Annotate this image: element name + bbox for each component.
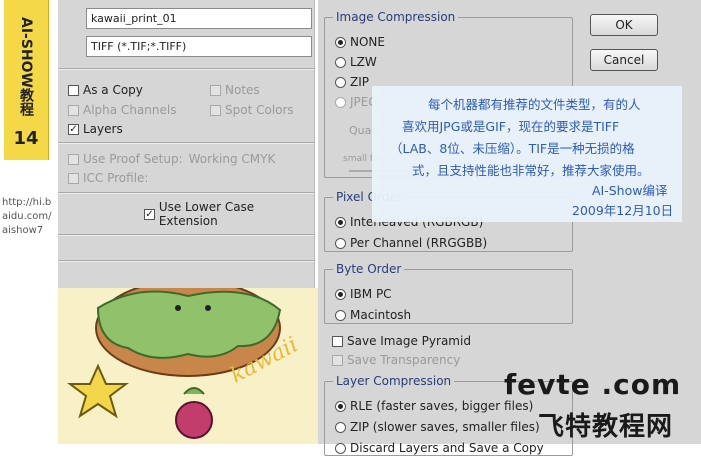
radio-label: Discard Layers and Save a Copy bbox=[350, 441, 544, 455]
radio-dot[interactable] bbox=[335, 237, 346, 249]
proof-setup-label: Use Proof Setup: bbox=[83, 152, 183, 166]
watermark-site: fevte .com bbox=[504, 368, 682, 401]
radio-label: ZIP (slower saves, smaller files) bbox=[350, 420, 540, 434]
eye-icon bbox=[175, 305, 181, 311]
icc-profile-checkbox[interactable]: ICC Profile: bbox=[68, 168, 148, 188]
eye-icon bbox=[205, 305, 211, 311]
save-pyramid-label: Save Image Pyramid bbox=[347, 334, 471, 348]
save-transparency-checkbox[interactable]: Save Transparency bbox=[332, 350, 460, 370]
checkbox-box[interactable] bbox=[68, 84, 79, 96]
strip-title: AI-SHOW教程 bbox=[18, 16, 34, 116]
checkbox-box[interactable] bbox=[210, 84, 221, 96]
save-options-panel: kawaii_print_01 TIFF (*.TIF;*.TIFF) As a… bbox=[58, 0, 315, 288]
radio-label: Macintosh bbox=[350, 308, 412, 322]
divider bbox=[58, 260, 314, 262]
note-line: 每个机器都有推荐的文件类型，有的人 bbox=[428, 97, 641, 112]
divider bbox=[58, 68, 314, 70]
as-a-copy-label: As a Copy bbox=[83, 83, 143, 97]
note-line: 式，且支持性能也非常好，推荐大家使用。 bbox=[412, 163, 650, 178]
radio-dot[interactable] bbox=[335, 400, 346, 412]
cancel-button[interactable]: Cancel bbox=[590, 49, 658, 71]
checkbox-box[interactable] bbox=[68, 172, 79, 184]
checkbox-box[interactable] bbox=[210, 104, 221, 116]
proof-value: Working CMYK bbox=[188, 152, 276, 166]
radio-ibm-pc[interactable]: IBM PC bbox=[335, 284, 392, 304]
divider bbox=[58, 234, 314, 236]
format-select[interactable]: TIFF (*.TIF;*.TIFF) bbox=[86, 36, 312, 57]
divider bbox=[58, 142, 314, 144]
check-icon[interactable]: ✓ bbox=[144, 208, 155, 220]
source-url: http://hi.b aidu.com/ aishow7 bbox=[2, 197, 52, 236]
radio-discard-layers[interactable]: Discard Layers and Save a Copy bbox=[335, 438, 544, 458]
radio-macintosh[interactable]: Macintosh bbox=[335, 305, 411, 325]
radio-label: RLE (faster saves, bigger files) bbox=[350, 399, 534, 413]
checkbox-box[interactable] bbox=[332, 354, 343, 366]
byte-order-title: Byte Order bbox=[336, 262, 402, 276]
layers-label: Layers bbox=[83, 122, 123, 136]
checkbox-box[interactable] bbox=[68, 153, 79, 165]
radio-none[interactable]: NONE bbox=[335, 32, 385, 52]
divider bbox=[58, 192, 314, 194]
note-line: （LAB、8位、未压缩）。TIF是一种无损的格 bbox=[390, 141, 635, 156]
radio-dot[interactable] bbox=[335, 288, 346, 300]
ok-button[interactable]: OK bbox=[590, 14, 658, 36]
lower-case-ext-label: Use Lower Case Extension bbox=[158, 200, 255, 228]
radio-dot[interactable] bbox=[335, 56, 346, 68]
byte-order-group: Byte Order IBM PC Macintosh bbox=[324, 262, 573, 324]
radio-dot[interactable] bbox=[335, 309, 346, 321]
radio-dot[interactable] bbox=[335, 442, 346, 454]
spot-colors-checkbox[interactable]: Spot Colors bbox=[210, 100, 294, 120]
layers-checkbox[interactable]: ✓ Layers bbox=[68, 119, 123, 139]
notes-label: Notes bbox=[225, 83, 260, 97]
check-icon[interactable]: ✓ bbox=[68, 123, 79, 135]
radio-label: IBM PC bbox=[350, 287, 392, 301]
tutorial-strip: AI-SHOW教程 14 http://hi.b aidu.com/ aisho… bbox=[0, 0, 58, 444]
filename-field[interactable]: kawaii_print_01 bbox=[86, 8, 312, 29]
image-compression-title: Image Compression bbox=[336, 10, 456, 24]
spot-colors-label: Spot Colors bbox=[225, 103, 294, 117]
watermark-name: 飞特教程网 bbox=[538, 412, 674, 442]
radio-zip-layers[interactable]: ZIP (slower saves, smaller files) bbox=[335, 417, 540, 437]
proof-setup-checkbox[interactable]: Use Proof Setup: Working CMYK bbox=[68, 149, 275, 169]
radio-label: NONE bbox=[350, 35, 385, 49]
layer-compression-title: Layer Compression bbox=[336, 374, 452, 388]
radio-label: LZW bbox=[350, 55, 377, 69]
notes-checkbox[interactable]: Notes bbox=[210, 80, 260, 100]
radio-zip[interactable]: ZIP bbox=[335, 72, 369, 92]
alpha-channels-label: Alpha Channels bbox=[83, 103, 177, 117]
lower-case-ext-checkbox[interactable]: ✓ Use Lower Case Extension bbox=[144, 200, 314, 228]
note-author: AI-Show编译 bbox=[592, 183, 668, 198]
checkbox-box[interactable] bbox=[68, 104, 79, 116]
checkbox-box[interactable] bbox=[332, 335, 343, 347]
note-date: 2009年12月10日 bbox=[572, 203, 674, 218]
artwork-preview: kawaii bbox=[58, 288, 318, 444]
save-pyramid-checkbox[interactable]: Save Image Pyramid bbox=[332, 331, 471, 351]
radio-dot[interactable] bbox=[335, 216, 346, 228]
radio-dot[interactable] bbox=[335, 96, 346, 108]
icc-profile-label: ICC Profile: bbox=[83, 171, 149, 185]
radio-dot[interactable] bbox=[335, 36, 346, 48]
save-transparency-label: Save Transparency bbox=[347, 353, 461, 367]
berry-icon bbox=[175, 401, 213, 439]
radio-per-channel[interactable]: Per Channel (RRGGBB) bbox=[335, 233, 487, 253]
alpha-channels-checkbox[interactable]: Alpha Channels bbox=[68, 100, 176, 120]
radio-label: ZIP bbox=[350, 75, 369, 89]
radio-lzw[interactable]: LZW bbox=[335, 52, 377, 72]
radio-label: Per Channel (RRGGBB) bbox=[350, 236, 488, 250]
step-number: 14 bbox=[13, 128, 39, 149]
note-line: 喜欢用JPG或是GIF，现在的要求是TIFF bbox=[402, 119, 620, 134]
radio-dot[interactable] bbox=[335, 421, 346, 433]
tutorial-note: 每个机器都有推荐的文件类型，有的人 喜欢用JPG或是GIF，现在的要求是TIFF… bbox=[372, 86, 682, 222]
as-a-copy-checkbox[interactable]: As a Copy bbox=[68, 80, 143, 100]
radio-dot[interactable] bbox=[335, 76, 346, 88]
